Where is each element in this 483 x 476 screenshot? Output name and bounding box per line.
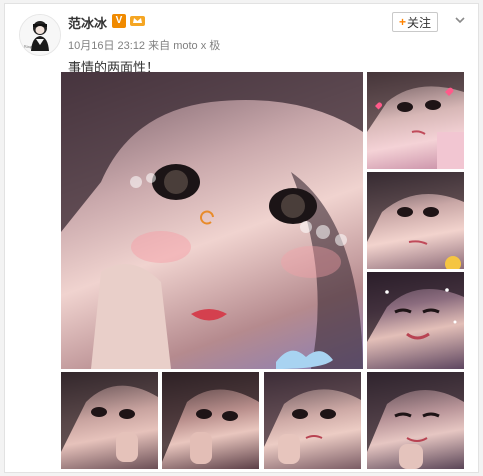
follow-button[interactable]: + 关注 [392,12,438,32]
follow-button-label: 关注 [407,15,432,30]
svg-text:Bing: Bing [24,44,32,49]
vip-crown-icon [130,13,145,28]
username[interactable]: 范冰冰 [68,13,107,32]
avatar-icon: Bing [20,15,60,55]
post-timestamp[interactable]: 10月16日 23:12 [68,40,145,52]
photo-bottom-2[interactable] [162,372,259,469]
photo-right-2[interactable] [367,172,464,269]
photo-bottom-3[interactable] [264,372,361,469]
avatar[interactable]: Bing [19,14,61,56]
photo-bottom-1[interactable] [61,372,158,469]
plus-icon: + [398,15,406,29]
photo-right-1[interactable] [367,72,464,169]
photo-right-3[interactable] [367,272,464,369]
post-meta: 10月16日 23:12 来自 moto x 极 [68,37,220,53]
chevron-down-icon[interactable] [454,14,466,26]
post-source[interactable]: moto x 极 [173,40,220,52]
source-prefix: 来自 [148,40,171,52]
photo-main[interactable] [61,72,363,369]
photo-bottom-4[interactable] [367,372,464,469]
verified-icon: V [112,14,126,28]
